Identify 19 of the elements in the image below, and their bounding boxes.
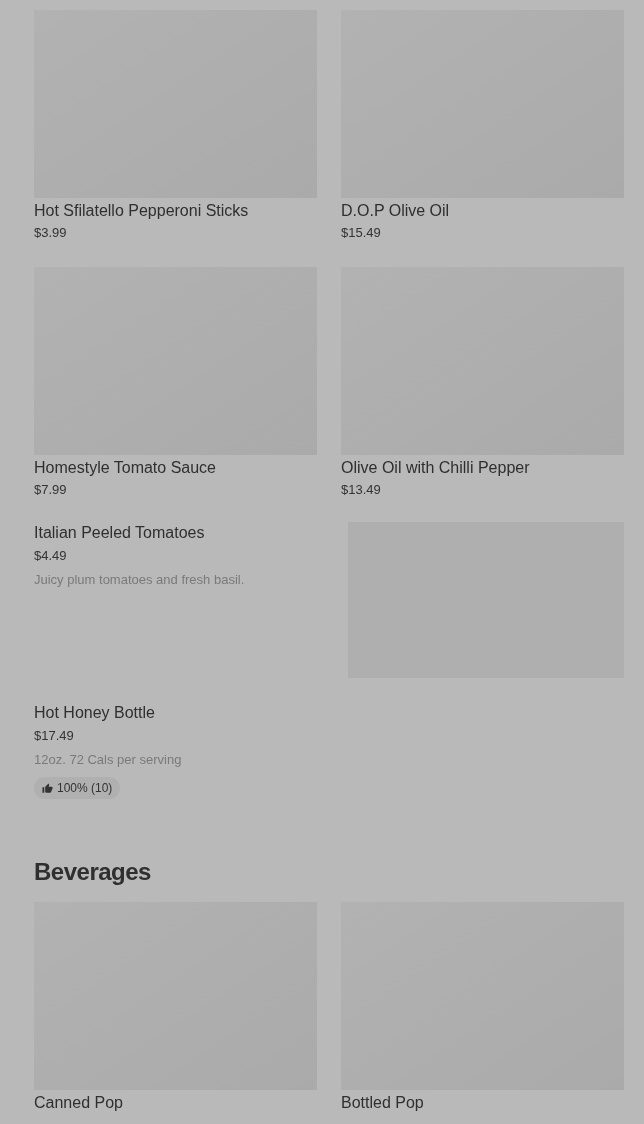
item-name: D.O.P Olive Oil (341, 201, 451, 221)
item-price: $17.49 (34, 727, 75, 745)
item-price: $15.49 (341, 224, 382, 242)
item-price: $3.99 (34, 224, 68, 242)
section-heading: Beverages (34, 857, 152, 887)
item-name: Olive Oil with Chilli Pepper (341, 458, 531, 478)
item-name: Italian Peeled Tomatoes (34, 523, 206, 543)
item-name: Canned Pop (34, 1093, 124, 1113)
rating-badge: 100% (10) (34, 777, 121, 799)
item-name: Homestyle Tomato Sauce (34, 458, 217, 478)
item-name: Hot Sfilatello Pepperoni Sticks (34, 201, 250, 221)
item-name: Bottled Pop (341, 1093, 425, 1113)
item-name: Hot Honey Bottle (34, 703, 156, 723)
item-price: $4.49 (34, 547, 68, 565)
item-description: Juicy plum tomatoes and fresh basil. (34, 571, 246, 589)
item-price: $7.99 (34, 481, 68, 499)
thumbs-up-icon (42, 782, 53, 794)
item-description: 12oz. 72 Cals per serving (34, 751, 183, 769)
item-price: $13.49 (341, 481, 382, 499)
